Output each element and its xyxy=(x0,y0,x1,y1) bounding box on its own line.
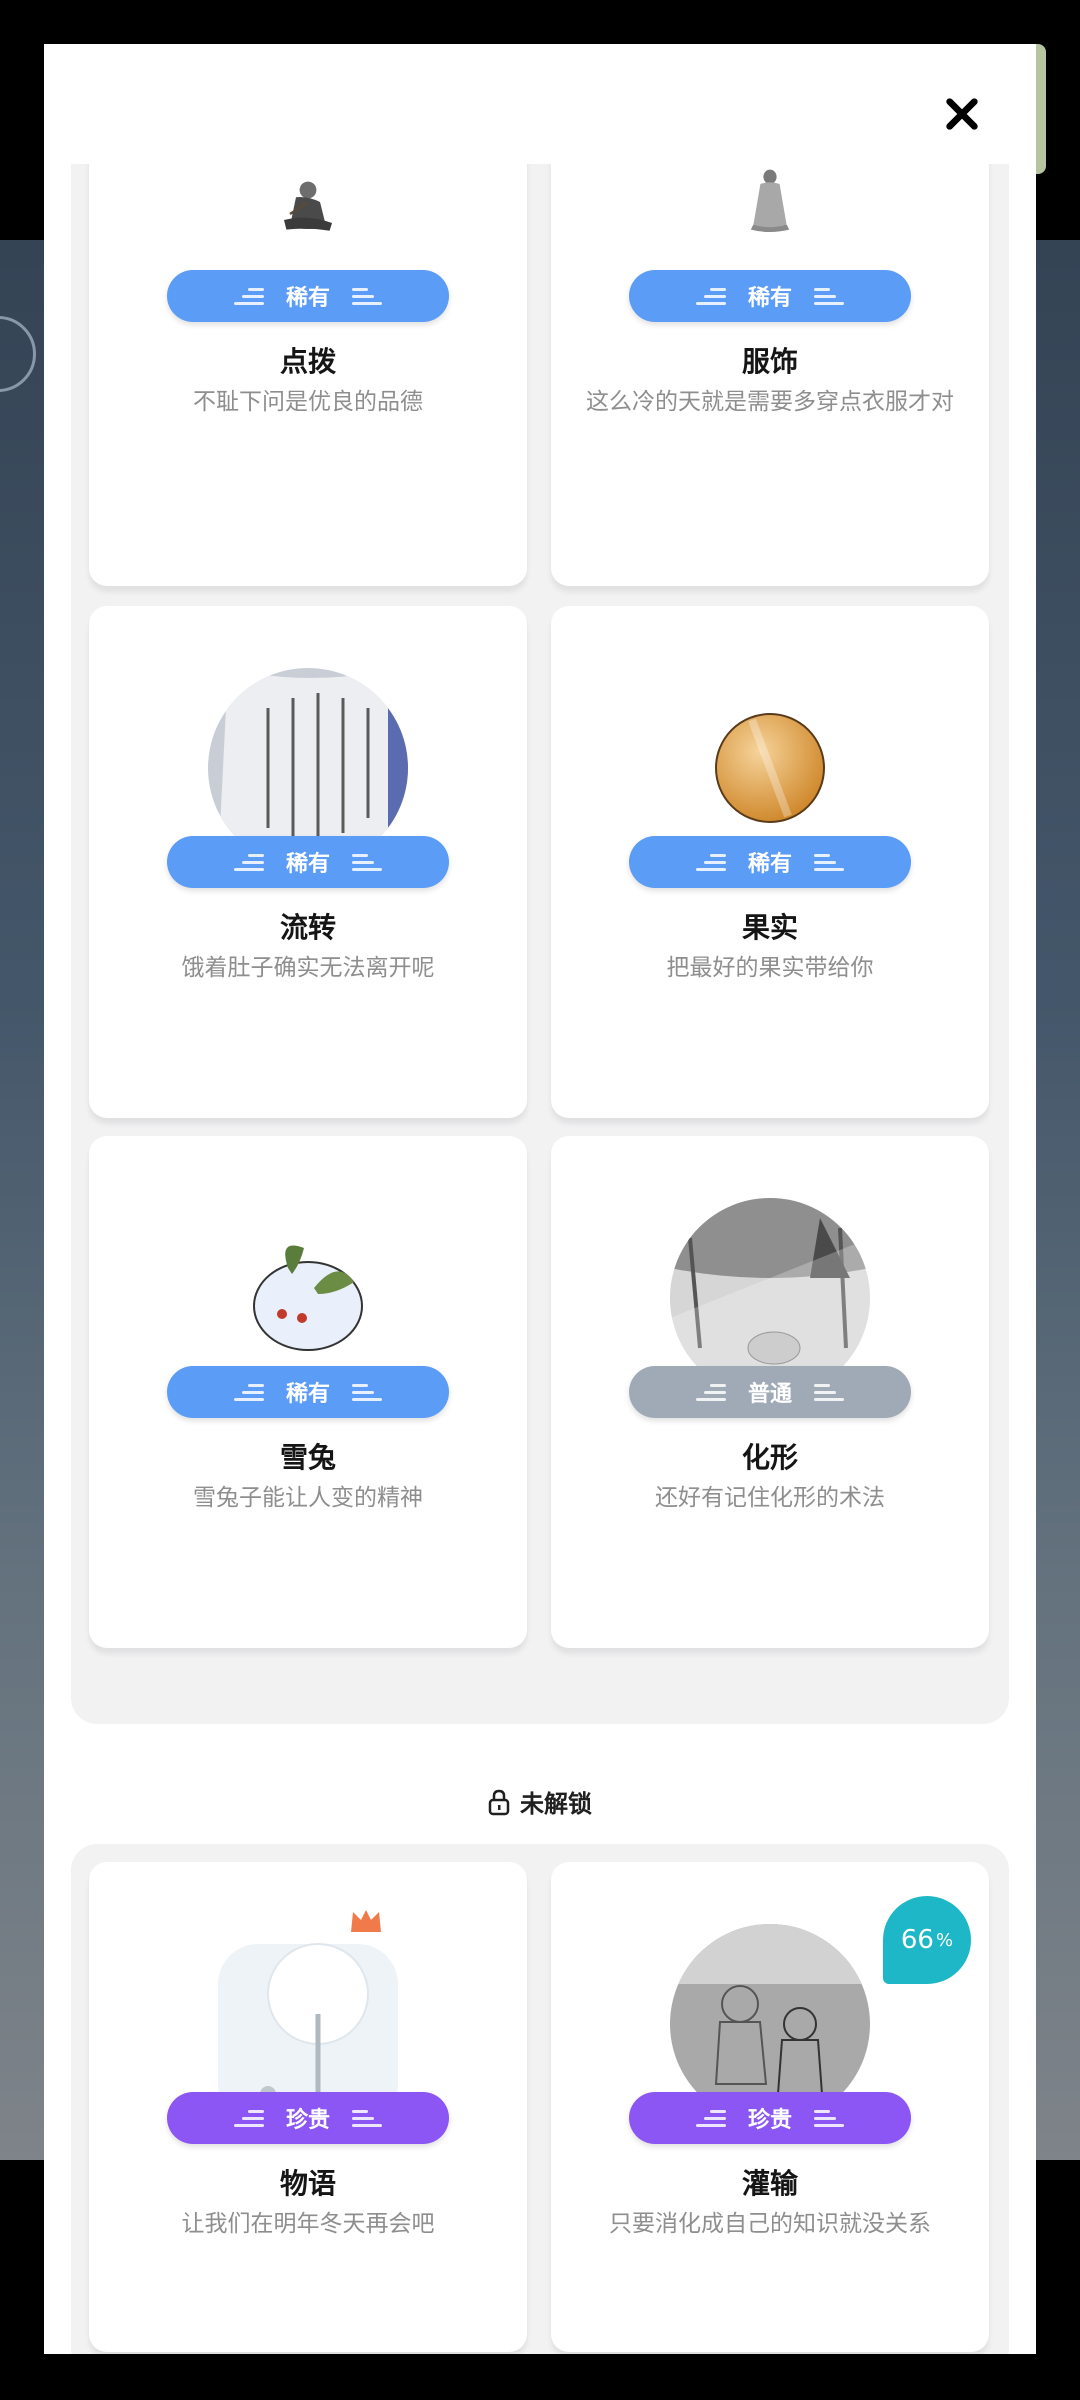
card-title: 雪兔 xyxy=(279,1441,336,1474)
card-title: 灌输 xyxy=(741,2167,798,2200)
badge-decoration-icon xyxy=(814,1383,844,1401)
card-title: 化形 xyxy=(741,1441,798,1474)
badge-decoration-icon xyxy=(233,1383,264,1401)
seated-sage-figure-icon xyxy=(208,164,408,354)
card-dianbo[interactable]: 稀有 点拨 不耻下问是优良的品德 xyxy=(89,164,527,586)
badge-decoration-icon xyxy=(233,853,264,871)
card-title: 果实 xyxy=(741,911,798,944)
card-description: 不耻下问是优良的品德 xyxy=(193,389,423,415)
rarity-badge: 稀有 xyxy=(167,270,449,322)
badge-decoration-icon xyxy=(814,287,844,305)
card-guanshu[interactable]: 66% 珍贵 灌输 只要消化成自己的知识就没关系 xyxy=(551,1862,989,2352)
card-title: 物语 xyxy=(279,2167,336,2200)
card-guoshi[interactable]: 稀有 果实 把最好的果实带给你 xyxy=(551,606,989,1118)
progress-value: 66 xyxy=(900,1925,934,1955)
rarity-badge: 珍贵 xyxy=(167,2092,449,2144)
card-description: 让我们在明年冬天再会吧 xyxy=(181,2211,435,2237)
rarity-badge: 稀有 xyxy=(629,836,911,888)
card-title: 点拨 xyxy=(279,345,336,378)
badge-decoration-icon xyxy=(233,287,264,305)
collection-modal: 稀有 点拨 不耻下问是优良的品德 稀有 服饰 这么冷的天就是需要多穿点衣服才对 … xyxy=(44,44,1036,2354)
card-liuzhuan[interactable]: 稀有 流转 饿着肚子确实无法离开呢 xyxy=(89,606,527,1118)
rarity-badge: 稀有 xyxy=(629,270,911,322)
card-description: 只要消化成自己的知识就没关系 xyxy=(609,2211,931,2237)
badge-decoration-icon xyxy=(695,1383,726,1401)
robed-figure-back-icon xyxy=(670,164,870,354)
badge-decoration-icon xyxy=(352,2109,382,2127)
locked-section-header: 未解锁 xyxy=(44,1784,1036,1819)
card-huaxing[interactable]: 普通 化形 还好有记住化形的术法 xyxy=(551,1136,989,1648)
locked-section-label: 未解锁 xyxy=(520,1790,592,1818)
card-description: 这么冷的天就是需要多穿点衣服才对 xyxy=(586,389,954,415)
card-xuetu[interactable]: 稀有 雪兔 雪兔子能让人变的精神 xyxy=(89,1136,527,1648)
badge-decoration-icon xyxy=(695,2109,726,2127)
lock-icon xyxy=(488,1789,510,1815)
rarity-badge: 稀有 xyxy=(167,836,449,888)
progress-badge: 66% xyxy=(883,1896,971,1984)
rarity-badge: 稀有 xyxy=(167,1366,449,1418)
badge-decoration-icon xyxy=(352,853,382,871)
card-wuyu[interactable]: 珍贵 物语 让我们在明年冬天再会吧 xyxy=(89,1862,527,2352)
locked-cards-group: 珍贵 物语 让我们在明年冬天再会吧 66% 珍贵 灌输 只要消化成自己的知识就没… xyxy=(71,1844,1009,2354)
close-button[interactable] xyxy=(932,84,992,144)
card-description: 把最好的果实带给你 xyxy=(666,955,874,981)
badge-decoration-icon xyxy=(352,1383,382,1401)
close-icon xyxy=(946,98,978,130)
card-description: 饿着肚子确实无法离开呢 xyxy=(181,955,435,981)
badge-decoration-icon xyxy=(814,2109,844,2127)
rarity-badge: 珍贵 xyxy=(629,2092,911,2144)
card-title: 流转 xyxy=(279,911,336,944)
unlocked-cards-group: 稀有 点拨 不耻下问是优良的品德 稀有 服饰 这么冷的天就是需要多穿点衣服才对 … xyxy=(71,164,1009,1724)
rarity-badge: 普通 xyxy=(629,1366,911,1418)
collection-scroll-area[interactable]: 稀有 点拨 不耻下问是优良的品德 稀有 服饰 这么冷的天就是需要多穿点衣服才对 … xyxy=(44,164,1036,2354)
card-title: 服饰 xyxy=(741,345,798,378)
badge-decoration-icon xyxy=(695,287,726,305)
badge-decoration-icon xyxy=(233,2109,264,2127)
badge-decoration-icon xyxy=(352,287,382,305)
badge-decoration-icon xyxy=(814,853,844,871)
progress-unit: % xyxy=(935,1929,954,1951)
badge-decoration-icon xyxy=(695,853,726,871)
card-fushi[interactable]: 稀有 服饰 这么冷的天就是需要多穿点衣服才对 xyxy=(551,164,989,586)
card-description: 还好有记住化形的术法 xyxy=(655,1485,885,1511)
card-description: 雪兔子能让人变的精神 xyxy=(193,1485,423,1511)
